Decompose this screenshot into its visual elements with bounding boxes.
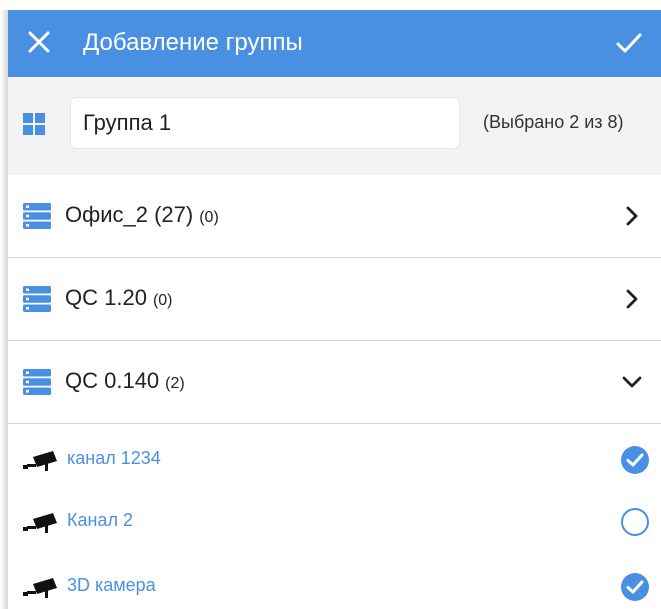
camera-icon	[23, 451, 57, 471]
chevron-right-icon[interactable]	[620, 287, 644, 311]
checked-circle-icon[interactable]	[620, 445, 650, 475]
channel-row[interactable]: Канал 2	[8, 490, 661, 552]
group-name-bar: (Выбрано 2 из 8)	[8, 77, 661, 175]
server-selected-count: (0)	[199, 209, 219, 226]
channel-name: канал 1234	[67, 448, 161, 468]
add-group-screen: Добавление группы (Выбрано 2 из 8) Офис_…	[8, 10, 661, 609]
page-title: Добавление группы	[83, 29, 303, 56]
chevron-right-icon[interactable]	[620, 204, 644, 228]
channel-name: 3D камера	[67, 575, 156, 595]
check-icon[interactable]	[613, 27, 645, 59]
server-icon	[23, 203, 51, 229]
camera-icon	[23, 513, 57, 533]
channel-row[interactable]: канал 1234	[8, 428, 661, 490]
chevron-down-icon[interactable]	[620, 370, 644, 394]
unchecked-circle-icon[interactable]	[620, 507, 650, 537]
close-icon[interactable]	[24, 27, 54, 57]
server-selected-count: (2)	[165, 375, 185, 392]
grid-icon	[23, 113, 45, 135]
checked-circle-icon[interactable]	[620, 572, 650, 602]
camera-icon	[23, 578, 57, 598]
left-edge-shadow	[0, 10, 8, 609]
server-name: Офис_2 (27) (0)	[65, 202, 219, 227]
app-bar: Добавление группы	[8, 10, 661, 77]
server-row-office-2[interactable]: Офис_2 (27) (0)	[8, 175, 661, 258]
channel-name: Канал 2	[67, 510, 133, 530]
selection-status: (Выбрано 2 из 8)	[483, 112, 624, 132]
channel-row[interactable]: 3D камера	[8, 555, 661, 609]
server-selected-count: (0)	[152, 292, 173, 309]
server-name: QC 0.140 (2)	[65, 368, 185, 393]
server-name: QC 1.20 (0)	[65, 285, 173, 310]
server-row-qc-1-20[interactable]: QC 1.20 (0)	[8, 258, 661, 341]
group-name-input[interactable]	[70, 97, 460, 149]
server-row-qc-0-140[interactable]: QC 0.140 (2)	[8, 341, 661, 424]
server-icon	[23, 286, 51, 312]
server-icon	[23, 369, 51, 395]
